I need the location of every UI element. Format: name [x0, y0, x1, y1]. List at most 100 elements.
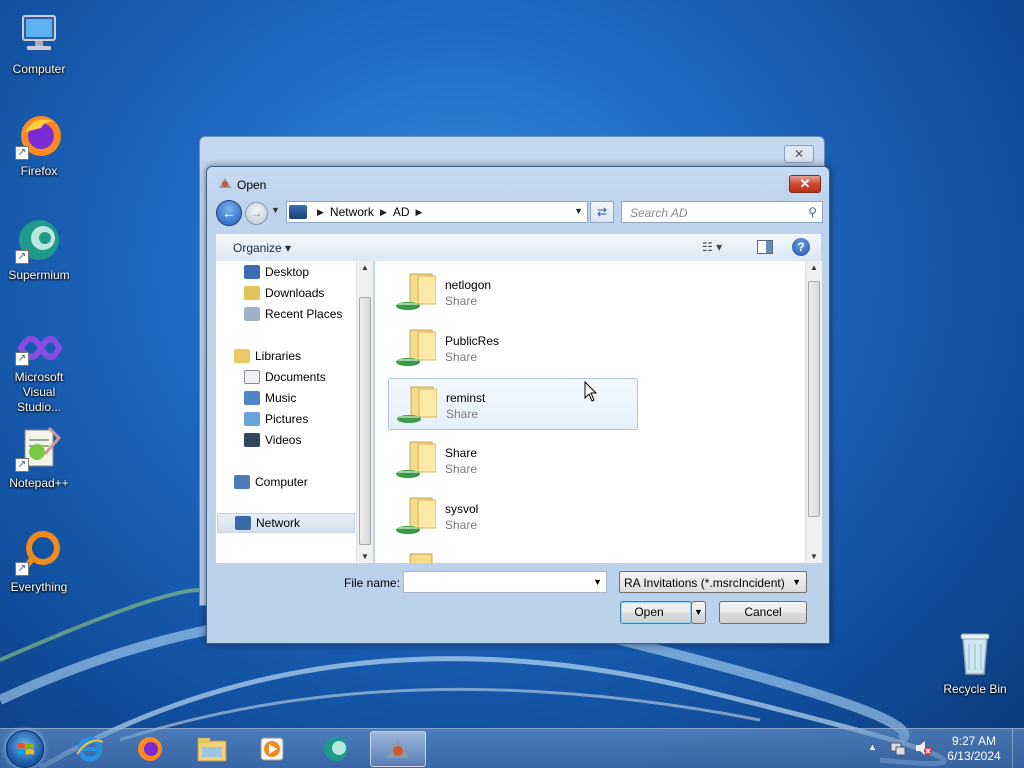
nav-item-network[interactable]: Network — [217, 513, 355, 533]
file-list-scrollbar[interactable]: ▲ ▼ — [805, 261, 822, 563]
shortcut-arrow-icon: ↗ — [15, 250, 29, 264]
recent-places-icon — [244, 307, 260, 321]
preview-pane-button[interactable] — [757, 240, 773, 254]
help-button[interactable]: ? — [792, 238, 810, 256]
volume-muted-icon[interactable] — [914, 740, 932, 756]
shared-folder-icon — [409, 553, 433, 563]
scroll-down-icon[interactable]: ▼ — [357, 552, 373, 561]
file-name-dropdown-icon[interactable]: ▼ — [593, 577, 602, 587]
taskbar-media-player[interactable] — [244, 731, 300, 767]
desktop-icon-label: Microsoft Visual Studio... — [14, 370, 64, 414]
file-item-share[interactable]: Share Share — [388, 434, 638, 486]
file-item-reminst[interactable]: reminst Share — [388, 378, 638, 430]
scroll-thumb[interactable] — [359, 297, 371, 545]
file-item-publicres[interactable]: PublicRes Share — [388, 322, 638, 374]
nav-item-libraries[interactable]: Libraries — [234, 347, 301, 365]
scroll-down-icon[interactable]: ▼ — [806, 552, 822, 561]
desktop-icon-computer[interactable]: Computer — [1, 10, 77, 77]
file-name: sysvol — [445, 502, 479, 516]
views-icon: ☷ ▾ — [702, 240, 723, 254]
back-button[interactable]: ← — [216, 200, 242, 226]
taskbar-firefox[interactable] — [122, 731, 178, 767]
file-item-partial[interactable] — [388, 546, 638, 563]
mouse-cursor-icon — [584, 381, 598, 402]
shared-folder-icon — [397, 386, 437, 423]
desktop-icon-notepadpp[interactable]: ↗ Notepad++ — [1, 424, 77, 491]
breadcrumb-chevron-icon[interactable]: ▶ — [416, 207, 423, 218]
search-input[interactable]: Search AD ⚲ — [621, 201, 823, 223]
network-tray-icon[interactable] — [890, 740, 906, 756]
address-dropdown-icon[interactable]: ▼ — [574, 206, 583, 216]
nav-item-label: Videos — [265, 433, 302, 447]
notepadpp-icon: ↗ — [15, 424, 63, 472]
file-item-netlogon[interactable]: netlogon Share — [388, 266, 638, 318]
desktop-folder-icon — [244, 265, 260, 279]
cancel-button[interactable]: Cancel — [719, 601, 807, 624]
nav-item-label: Pictures — [265, 412, 309, 426]
breadcrumb-network[interactable]: Network — [330, 205, 374, 219]
documents-icon — [244, 370, 260, 384]
music-icon — [244, 391, 260, 405]
desktop-icon-visual-studio[interactable]: ↗ Microsoft Visual Studio... — [1, 328, 77, 415]
file-item-sysvol[interactable]: sysvol Share — [388, 490, 638, 542]
nav-item-music[interactable]: Music — [244, 389, 296, 407]
open-button[interactable]: Open — [620, 601, 692, 624]
nav-item-computer[interactable]: Computer — [234, 473, 308, 491]
shortcut-arrow-icon: ↗ — [15, 146, 29, 160]
scroll-up-icon[interactable]: ▲ — [357, 263, 373, 272]
clock-time: 9:27 AM — [951, 734, 997, 748]
file-type-select[interactable]: RA Invitations (*.msrcIncident) ▼ — [619, 571, 807, 593]
search-icon[interactable]: ⚲ — [808, 205, 817, 219]
organize-button[interactable]: Organize ▾ — [233, 241, 291, 255]
start-button[interactable] — [6, 730, 44, 768]
firefox-icon: ↗ — [15, 112, 63, 160]
remote-assistance-icon — [217, 176, 233, 190]
breadcrumb-ad[interactable]: AD — [393, 205, 410, 219]
show-hidden-icons-button[interactable]: ▲ — [868, 742, 877, 752]
dialog-close-button[interactable]: ✕ — [789, 175, 821, 193]
nav-item-documents[interactable]: Documents — [244, 368, 326, 386]
file-name-label: File name: — [344, 576, 401, 590]
file-type: Share — [445, 462, 478, 476]
supermium-icon — [324, 737, 348, 761]
desktop-icon-label: Recycle Bin — [943, 682, 1007, 696]
dialog-titlebar[interactable]: Open ✕ — [207, 167, 829, 201]
desktop-icon-label: Computer — [12, 62, 66, 76]
desktop-icon-firefox[interactable]: ↗ Firefox — [1, 112, 77, 179]
nav-item-desktop[interactable]: Desktop — [244, 263, 309, 281]
navigation-pane-scrollbar[interactable]: ▲ ▼ — [356, 261, 373, 563]
forward-arrow-icon: → — [250, 206, 263, 220]
nav-item-videos[interactable]: Videos — [244, 431, 301, 449]
address-bar[interactable]: ▶ Network ▶ AD ▶ ▼ — [286, 201, 588, 223]
libraries-icon — [234, 349, 250, 363]
breadcrumb-chevron-icon[interactable]: ▶ — [380, 207, 387, 218]
taskbar-explorer[interactable] — [184, 731, 240, 767]
nav-item-downloads[interactable]: Downloads — [244, 284, 324, 302]
refresh-button[interactable]: ⇄ — [590, 201, 614, 223]
taskbar-supermium[interactable] — [308, 731, 364, 767]
system-clock[interactable]: 9:27 AM 6/13/2024 — [944, 734, 1004, 764]
background-window-close-button[interactable]: ✕ — [784, 145, 814, 163]
file-type-value: RA Invitations (*.msrcIncident) — [624, 576, 785, 590]
desktop-icon-everything[interactable]: ↗ Everything — [1, 528, 77, 595]
desktop-icon-supermium[interactable]: ↗ Supermium — [1, 216, 77, 283]
scroll-thumb[interactable] — [808, 281, 820, 517]
desktop-icon-label: Everything — [10, 580, 68, 594]
nav-item-label: Recent Places — [265, 307, 343, 321]
nav-item-recent-places[interactable]: Recent Places — [244, 305, 342, 323]
taskbar-internet-explorer[interactable] — [62, 731, 118, 767]
network-location-icon — [289, 205, 307, 219]
scroll-up-icon[interactable]: ▲ — [806, 263, 822, 272]
show-desktop-button[interactable] — [1012, 729, 1024, 768]
open-options-dropdown[interactable]: ▼ — [691, 601, 706, 624]
forward-button[interactable]: → — [245, 202, 268, 225]
desktop-icon-recycle-bin[interactable]: Recycle Bin — [937, 630, 1013, 697]
file-name-input[interactable]: ▼ — [403, 571, 607, 593]
breadcrumb-chevron-icon[interactable]: ▶ — [317, 207, 324, 218]
desktop-icon-label: Supermium — [8, 268, 70, 282]
firefox-icon — [138, 737, 162, 761]
taskbar-remote-assistance[interactable] — [370, 731, 426, 767]
recent-pages-dropdown[interactable]: ▼ — [271, 205, 280, 215]
change-view-button[interactable]: ☷ ▾ — [702, 240, 722, 254]
nav-item-pictures[interactable]: Pictures — [244, 410, 308, 428]
